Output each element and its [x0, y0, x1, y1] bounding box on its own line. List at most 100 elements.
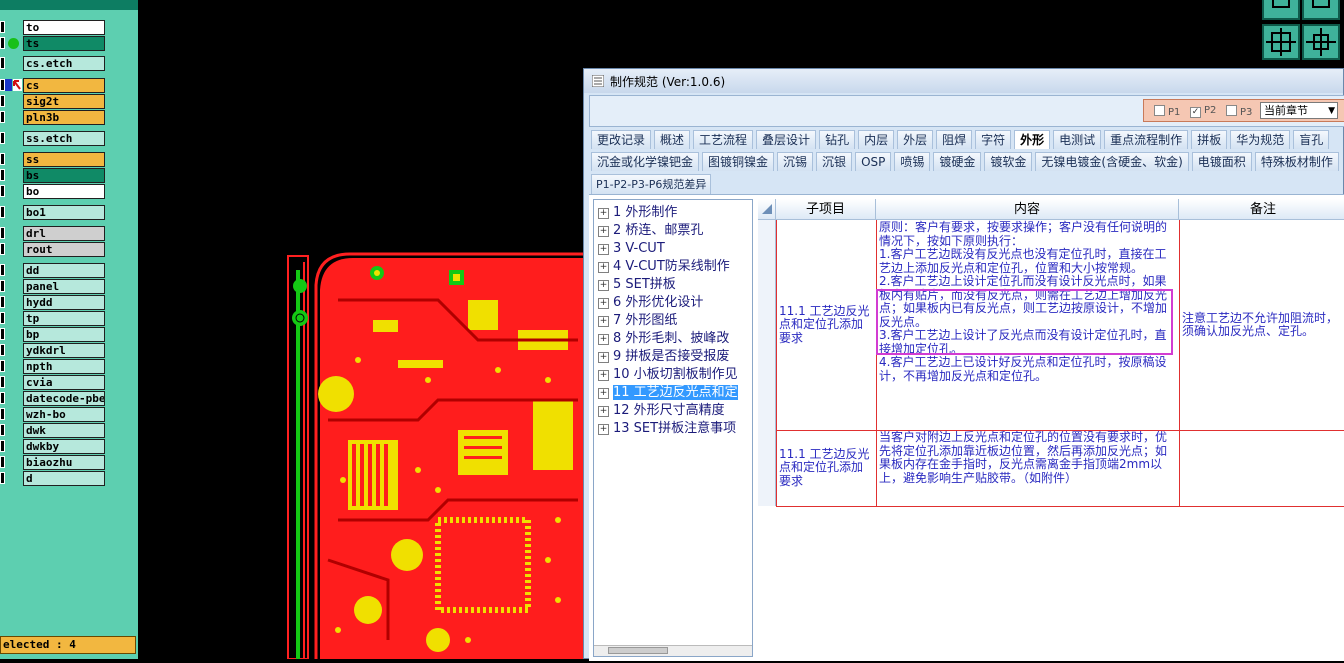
- layer-checkbox[interactable]: [0, 21, 5, 33]
- layer-label[interactable]: cs.etch: [23, 56, 105, 71]
- pcb-graphics-view[interactable]: [138, 0, 584, 660]
- layer-label[interactable]: cvia: [23, 375, 105, 390]
- layer-row-bs[interactable]: bs: [0, 168, 110, 183]
- layer-label[interactable]: drl: [23, 226, 105, 241]
- tab-沉锡[interactable]: 沉锡: [777, 152, 814, 171]
- expand-icon[interactable]: +: [598, 334, 609, 345]
- layer-label[interactable]: dd: [23, 263, 105, 278]
- tab-镀软金[interactable]: 镀软金: [984, 152, 1033, 171]
- tree-item-4[interactable]: +4 V-CUT防呆线制作: [598, 258, 730, 276]
- layer-label[interactable]: dwk: [23, 423, 105, 438]
- tree-item-12[interactable]: +12 外形尺寸高精度: [598, 402, 725, 420]
- expand-icon[interactable]: +: [598, 370, 609, 381]
- expand-icon[interactable]: +: [598, 406, 609, 417]
- layer-checkbox[interactable]: [0, 37, 5, 49]
- filter-p1[interactable]: P1: [1154, 105, 1180, 118]
- tree-item-13[interactable]: +13 SET拼板注意事项: [598, 420, 736, 438]
- layer-checkbox[interactable]: [0, 472, 5, 484]
- layer-row-panel[interactable]: panel: [0, 279, 110, 294]
- layer-label[interactable]: sig2t: [23, 94, 105, 109]
- layer-row-cs[interactable]: cs: [0, 78, 110, 93]
- checkbox-p3[interactable]: [1226, 105, 1237, 116]
- tab-外形[interactable]: 外形: [1014, 130, 1051, 149]
- tab-概述[interactable]: 概述: [654, 130, 691, 149]
- layer-row-dd[interactable]: dd: [0, 263, 110, 278]
- layer-label[interactable]: bo: [23, 184, 105, 199]
- tree-item-3[interactable]: +3 V-CUT: [598, 240, 665, 258]
- layer-row-cs-etch[interactable]: cs.etch: [0, 56, 110, 71]
- layer-checkbox[interactable]: [0, 392, 5, 404]
- chapter-select[interactable]: 当前章节 ▼: [1260, 102, 1338, 119]
- table-row-1-note[interactable]: 注意工艺边不允许加阻流时，须确认加反光点、定孔。: [1179, 220, 1344, 430]
- pan-view-icon[interactable]: [1302, 24, 1340, 60]
- layer-checkbox[interactable]: [0, 328, 5, 340]
- tab-叠层设计[interactable]: 叠层设计: [756, 130, 817, 149]
- dialog-titlebar[interactable]: 制作规范 (Ver:1.0.6): [584, 69, 1343, 93]
- layer-checkbox[interactable]: [0, 132, 5, 144]
- layer-checkbox[interactable]: [0, 312, 5, 324]
- layer-checkbox[interactable]: [0, 424, 5, 436]
- layer-label[interactable]: hydd: [23, 295, 105, 310]
- tree-item-6[interactable]: +6 外形优化设计: [598, 294, 703, 312]
- layer-row-d[interactable]: d: [0, 471, 110, 486]
- layer-checkbox[interactable]: [0, 360, 5, 372]
- tab-钻孔[interactable]: 钻孔: [819, 130, 856, 149]
- expand-icon[interactable]: +: [598, 208, 609, 219]
- tree-item-9[interactable]: +9 拼板是否接受报废: [598, 348, 729, 366]
- fit-view-icon[interactable]: [1262, 24, 1300, 60]
- tree-horizontal-scrollbar[interactable]: [594, 645, 752, 656]
- tab-p1-p2-p3-p6[interactable]: P1-P2-P3-P6规范差异: [591, 174, 712, 194]
- expand-icon[interactable]: +: [598, 352, 609, 363]
- tab-更改记录[interactable]: 更改记录: [591, 130, 652, 149]
- layer-row-rout[interactable]: rout: [0, 242, 110, 257]
- layer-checkbox[interactable]: [0, 95, 5, 107]
- layer-checkbox[interactable]: [0, 243, 5, 255]
- layer-checkbox[interactable]: [0, 456, 5, 468]
- expand-icon[interactable]: +: [598, 388, 609, 399]
- layer-checkbox[interactable]: [0, 185, 5, 197]
- tab-华为规范[interactable]: 华为规范: [1230, 130, 1291, 149]
- zoom-in-icon[interactable]: [1262, 0, 1300, 20]
- layer-row-datecode-pbe[interactable]: datecode-pbe: [0, 391, 110, 406]
- layer-checkbox[interactable]: [0, 408, 5, 420]
- layer-label[interactable]: tp: [23, 311, 105, 326]
- layer-label[interactable]: ydkdrl: [23, 343, 105, 358]
- layer-row-sig2t[interactable]: sig2t: [0, 94, 110, 109]
- tab-图镀铜镍金[interactable]: 图镀铜镍金: [702, 152, 775, 171]
- layer-row-dwkby[interactable]: dwkby: [0, 439, 110, 454]
- layer-label[interactable]: ts: [23, 36, 105, 51]
- table-row-2-subitem[interactable]: 11.1 工艺边反光点和定位孔添加要求: [776, 430, 876, 506]
- layer-row-npth[interactable]: npth: [0, 359, 110, 374]
- layer-label[interactable]: pln3b: [23, 110, 105, 125]
- tab-阻焊[interactable]: 阻焊: [936, 130, 973, 149]
- tab-拼板[interactable]: 拼板: [1191, 130, 1228, 149]
- col-header-subitem[interactable]: 子项目: [776, 199, 876, 220]
- layer-label[interactable]: ss.etch: [23, 131, 105, 146]
- grid-corner[interactable]: [758, 199, 776, 220]
- tree-item-2[interactable]: +2 桥连、邮票孔: [598, 222, 703, 240]
- layer-checkbox[interactable]: [0, 264, 5, 276]
- tab-喷锡[interactable]: 喷锡: [894, 152, 931, 171]
- tab-无镍电镀金(含硬金、软金)[interactable]: 无镍电镀金(含硬金、软金): [1035, 152, 1189, 171]
- col-header-content[interactable]: 内容: [876, 199, 1179, 220]
- table-row-2-note[interactable]: [1179, 430, 1344, 506]
- table-row-1-subitem[interactable]: 11.1 工艺边反光点和定位孔添加要求: [776, 220, 876, 430]
- layer-row-pln3b[interactable]: pln3b: [0, 110, 110, 125]
- tree-item-1[interactable]: +1 外形制作: [598, 204, 677, 222]
- layer-checkbox[interactable]: [0, 153, 5, 165]
- table-row-2-content[interactable]: 当客户对附边上反光点和定位孔的位置没有要求时，优先将定位孔添加靠近板边位置，然后…: [876, 430, 1179, 506]
- expand-icon[interactable]: +: [598, 226, 609, 237]
- tab-字符[interactable]: 字符: [975, 130, 1012, 149]
- tree-item-10[interactable]: +10 小板切割板制作见: [598, 366, 738, 384]
- filter-p2[interactable]: ✓ P2: [1190, 105, 1216, 118]
- layer-checkbox[interactable]: [0, 57, 5, 69]
- layer-label[interactable]: datecode-pbe: [23, 391, 105, 406]
- tab-沉金或化学镍钯金[interactable]: 沉金或化学镍钯金: [591, 152, 700, 171]
- tree-item-11[interactable]: +11 工艺边反光点和定: [598, 384, 738, 402]
- layer-checkbox[interactable]: [0, 440, 5, 452]
- checkbox-p1[interactable]: [1154, 105, 1165, 116]
- layer-checkbox[interactable]: [0, 376, 5, 388]
- layer-checkbox[interactable]: [0, 227, 5, 239]
- layer-row-bo[interactable]: bo: [0, 184, 110, 199]
- layer-label[interactable]: dwkby: [23, 439, 105, 454]
